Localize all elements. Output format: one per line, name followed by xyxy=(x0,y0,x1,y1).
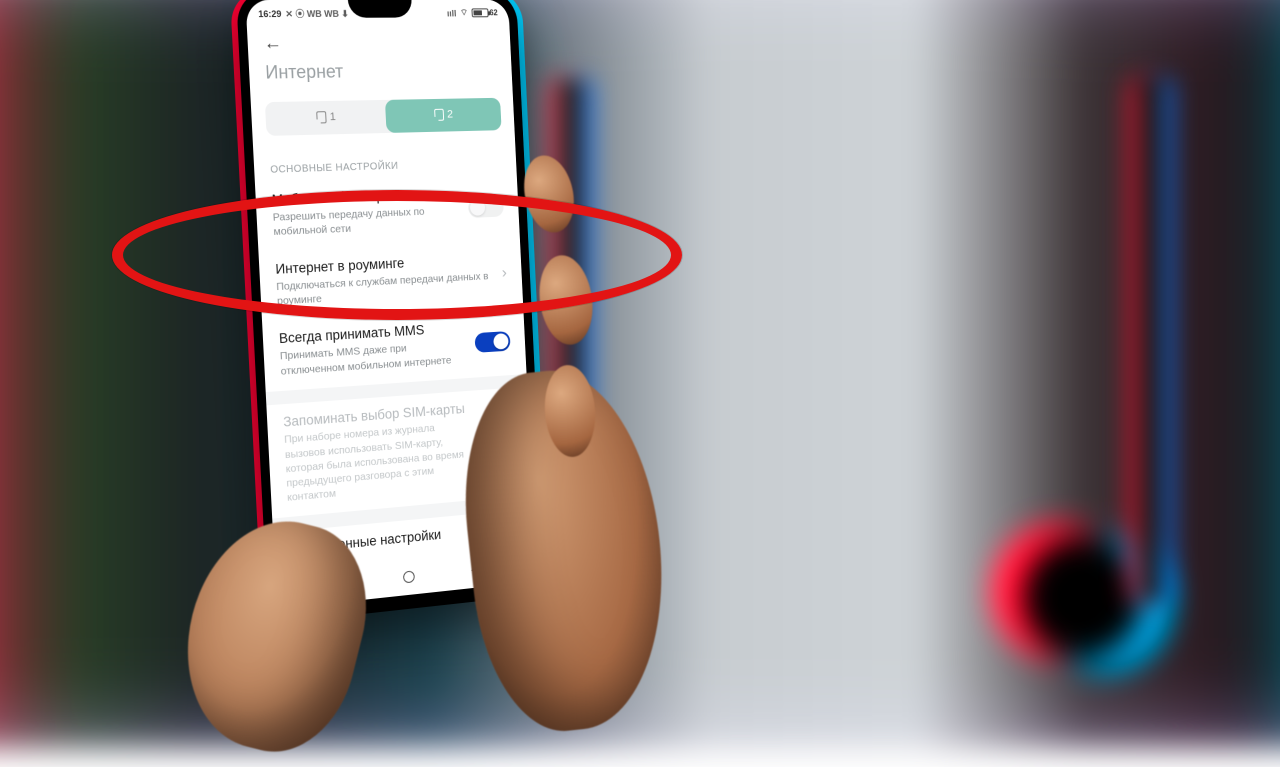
battery-pct: 62 xyxy=(489,9,498,18)
status-time: 16:29 xyxy=(258,9,282,19)
signal-icon: ııll xyxy=(447,8,457,18)
sim-tab-2[interactable]: 2 xyxy=(385,97,502,132)
nav-home-icon[interactable] xyxy=(403,571,415,584)
back-button[interactable]: ← xyxy=(263,32,282,54)
sim-icon xyxy=(435,109,445,121)
sim-tab-label: 2 xyxy=(447,109,453,121)
battery-icon: 62 xyxy=(472,9,498,18)
toggle-mobile-data[interactable] xyxy=(468,197,504,218)
row-subtitle: При наборе номера из журнала вызовов исп… xyxy=(284,419,473,505)
sim-tab-label: 1 xyxy=(329,111,336,123)
sim-tab-1[interactable]: 1 xyxy=(265,99,387,135)
toggle-always-mms[interactable] xyxy=(474,331,510,353)
row-mobile-data[interactable]: Мобильный интернет Разрешить передачу да… xyxy=(255,174,520,253)
background-bar xyxy=(1140,80,1162,600)
sim-icon xyxy=(317,111,327,123)
page-title: Интернет xyxy=(265,59,498,83)
status-left-icons: ✕ ⦿ WB WB ⬇ xyxy=(285,7,349,20)
wifi-icon: ⌔ xyxy=(460,8,468,19)
row-subtitle: Разрешить передачу данных по мобильной с… xyxy=(272,203,460,239)
phone-notch xyxy=(348,0,413,18)
sim-selector: 1 2 xyxy=(265,97,502,135)
chevron-right-icon: › xyxy=(502,265,508,283)
